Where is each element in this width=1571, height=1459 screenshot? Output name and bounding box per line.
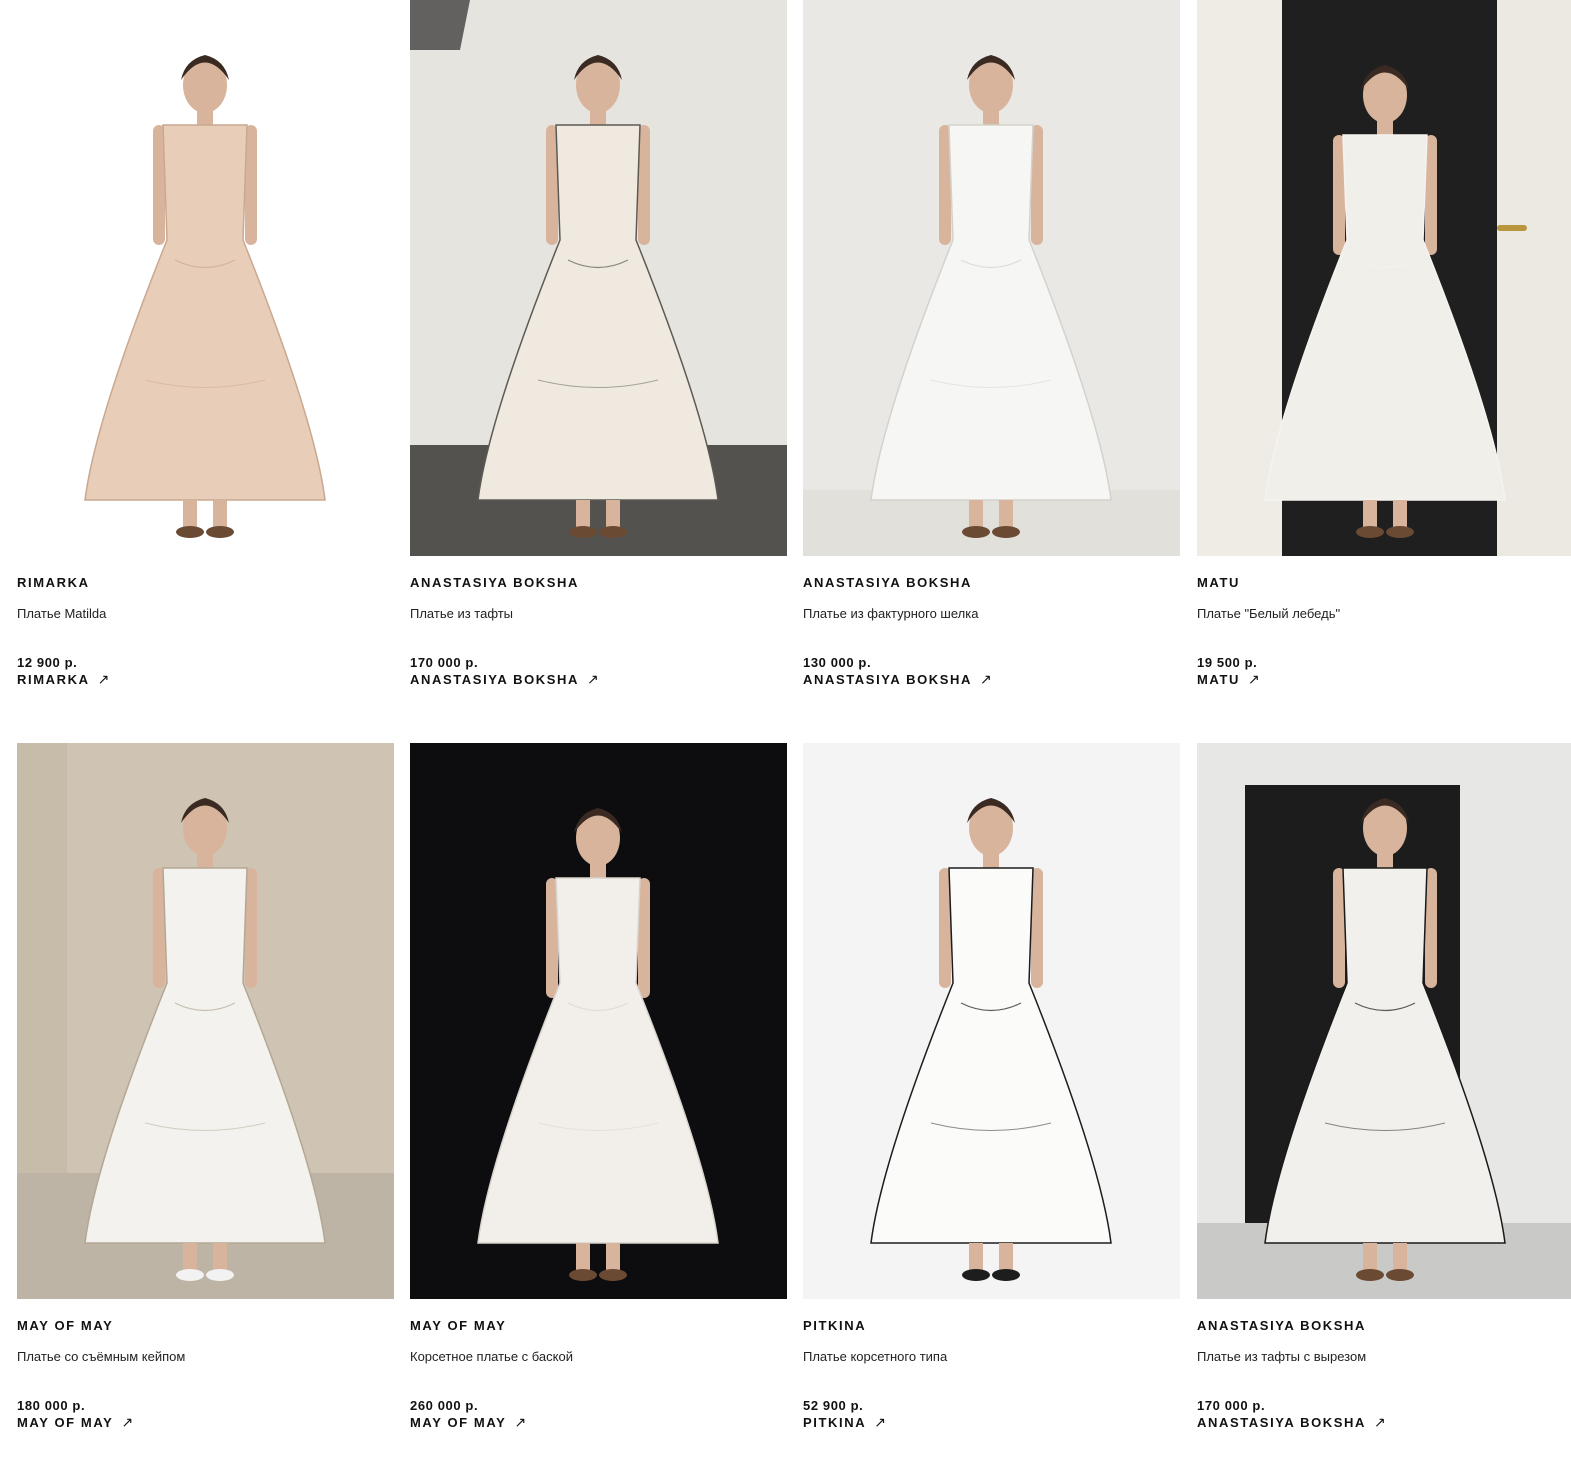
- product-price: 12 900 р.: [17, 655, 78, 670]
- product-brand[interactable]: MAY OF MAY: [410, 1318, 506, 1333]
- product-brand[interactable]: ANASTASIYA BOKSHA: [410, 575, 579, 590]
- shop-link[interactable]: RIMARKA ↗: [17, 671, 109, 688]
- arrow-up-right-icon[interactable]: ↗: [587, 671, 599, 688]
- product-brand[interactable]: PITKINA: [803, 1318, 866, 1333]
- product-price: 170 000 р.: [1197, 1398, 1266, 1413]
- shop-link-label[interactable]: MAY OF MAY: [410, 1415, 506, 1430]
- product-photo[interactable]: [803, 743, 1180, 1299]
- product-title[interactable]: Платье корсетного типа: [803, 1349, 947, 1364]
- product-price: 130 000 р.: [803, 655, 872, 670]
- product-price: 19 500 р.: [1197, 655, 1258, 670]
- arrow-up-right-icon[interactable]: ↗: [121, 1414, 133, 1431]
- shop-link[interactable]: MAY OF MAY ↗: [410, 1414, 526, 1431]
- arrow-up-right-icon[interactable]: ↗: [98, 671, 110, 688]
- shop-link-label[interactable]: ANASTASIYA BOKSHA: [1197, 1415, 1366, 1430]
- product-card[interactable]: ANASTASIYA BOKSHA Платье из тафты с выре…: [1197, 743, 1571, 1430]
- shop-link[interactable]: MAY OF MAY ↗: [17, 1414, 133, 1431]
- product-price: 260 000 р.: [410, 1398, 479, 1413]
- product-card[interactable]: MAY OF MAY Платье со съёмным кейпом 180 …: [17, 743, 394, 1430]
- arrow-up-right-icon[interactable]: ↗: [514, 1414, 526, 1431]
- shop-link-label[interactable]: MATU: [1197, 672, 1240, 687]
- product-card[interactable]: MAY OF MAY Корсетное платье с баской 260…: [410, 743, 787, 1430]
- product-title[interactable]: Платье из тафты: [410, 606, 513, 621]
- shop-link-label[interactable]: MAY OF MAY: [17, 1415, 113, 1430]
- product-photo[interactable]: [17, 743, 394, 1299]
- arrow-up-right-icon[interactable]: ↗: [1248, 671, 1260, 688]
- product-photo[interactable]: [410, 743, 787, 1299]
- product-card[interactable]: ANASTASIYA BOKSHA Платье из фактурного ш…: [803, 0, 1180, 687]
- product-brand[interactable]: MATU: [1197, 575, 1240, 590]
- shop-link-label[interactable]: RIMARKA: [17, 672, 90, 687]
- product-photo[interactable]: [803, 0, 1180, 556]
- arrow-up-right-icon[interactable]: ↗: [980, 671, 992, 688]
- product-photo[interactable]: [410, 0, 787, 556]
- shop-link[interactable]: ANASTASIYA BOKSHA ↗: [803, 671, 992, 688]
- product-card[interactable]: PITKINA Платье корсетного типа 52 900 р.…: [803, 743, 1180, 1430]
- arrow-up-right-icon[interactable]: ↗: [1374, 1414, 1386, 1431]
- shop-link-label[interactable]: ANASTASIYA BOKSHA: [410, 672, 579, 687]
- product-price: 180 000 р.: [17, 1398, 86, 1413]
- product-brand[interactable]: MAY OF MAY: [17, 1318, 113, 1333]
- shop-link-label[interactable]: PITKINA: [803, 1415, 866, 1430]
- product-photo[interactable]: [1197, 743, 1571, 1299]
- shop-link[interactable]: PITKINA ↗: [803, 1414, 886, 1431]
- product-brand[interactable]: ANASTASIYA BOKSHA: [1197, 1318, 1366, 1333]
- product-photo[interactable]: [17, 0, 394, 556]
- product-title[interactable]: Платье из тафты с вырезом: [1197, 1349, 1366, 1364]
- product-card[interactable]: ANASTASIYA BOKSHA Платье из тафты 170 00…: [410, 0, 787, 687]
- shop-link[interactable]: MATU ↗: [1197, 671, 1260, 688]
- shop-link[interactable]: ANASTASIYA BOKSHA ↗: [410, 671, 599, 688]
- shop-link-label[interactable]: ANASTASIYA BOKSHA: [803, 672, 972, 687]
- product-brand[interactable]: RIMARKA: [17, 575, 90, 590]
- product-price: 170 000 р.: [410, 655, 479, 670]
- product-title[interactable]: Платье "Белый лебедь": [1197, 606, 1340, 621]
- product-card[interactable]: RIMARKA Платье Matilda 12 900 р. RIMARKA…: [17, 0, 394, 687]
- product-title[interactable]: Платье Matilda: [17, 606, 106, 621]
- arrow-up-right-icon[interactable]: ↗: [874, 1414, 886, 1431]
- product-grid: RIMARKA Платье Matilda 12 900 р. RIMARKA…: [0, 0, 1571, 1459]
- product-photo[interactable]: [1197, 0, 1571, 556]
- product-brand[interactable]: ANASTASIYA BOKSHA: [803, 575, 972, 590]
- product-title[interactable]: Платье из фактурного шелка: [803, 606, 978, 621]
- product-card[interactable]: MATU Платье "Белый лебедь" 19 500 р. MAT…: [1197, 0, 1571, 687]
- shop-link[interactable]: ANASTASIYA BOKSHA ↗: [1197, 1414, 1386, 1431]
- product-title[interactable]: Платье со съёмным кейпом: [17, 1349, 185, 1364]
- product-title[interactable]: Корсетное платье с баской: [410, 1349, 573, 1364]
- product-price: 52 900 р.: [803, 1398, 864, 1413]
